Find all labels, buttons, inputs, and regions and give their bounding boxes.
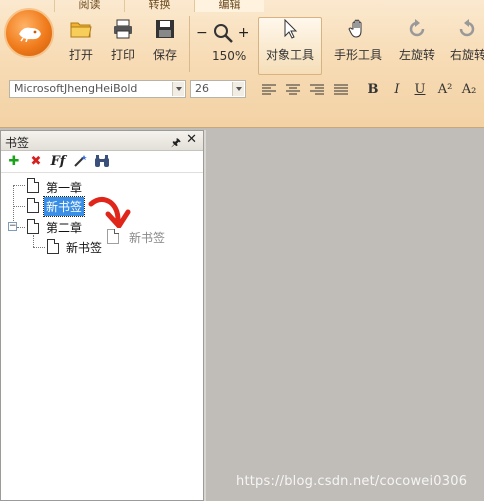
- printer-icon: [114, 19, 132, 39]
- rotate-right-label: 右旋转: [450, 48, 484, 62]
- page-icon: [47, 239, 59, 254]
- align-justify-icon[interactable]: [334, 84, 348, 96]
- tab-edit[interactable]: 编辑: [194, 0, 264, 12]
- tab-read[interactable]: 阅读: [54, 0, 124, 12]
- annotation-arrow-icon: [88, 196, 131, 228]
- drag-ghost-label: 新书签: [129, 231, 166, 245]
- tree-connector: [17, 227, 25, 228]
- object-tool-button[interactable]: 对象工具: [258, 17, 322, 75]
- bookmark-node[interactable]: 第一章: [44, 178, 84, 197]
- superscript-button[interactable]: A²: [436, 81, 454, 99]
- bookmark-panel: 书签 🖈 ✕ ✚ ✖ Ff 第一章 新书签 − 第二章 新书签 新书签: [0, 130, 204, 501]
- zoom-value[interactable]: 150%: [212, 49, 246, 63]
- font-name-select[interactable]: MicrosoftJhengHeiBold: [9, 80, 186, 98]
- magic-wand-icon[interactable]: [72, 154, 88, 170]
- close-icon[interactable]: ✕: [186, 132, 197, 147]
- bookmark-panel-header: 书签 🖈 ✕: [1, 131, 203, 151]
- italic-button[interactable]: I: [388, 81, 406, 99]
- magnifier-icon[interactable]: [212, 22, 234, 44]
- subscript-button[interactable]: A₂: [460, 81, 478, 99]
- font-size-select[interactable]: 26: [190, 80, 246, 98]
- rotate-right-icon: [459, 19, 475, 37]
- print-label: 打印: [110, 48, 135, 62]
- bookmark-panel-title: 书签: [5, 136, 30, 150]
- ribbon-separator: [189, 16, 190, 72]
- page-icon: [107, 229, 119, 244]
- align-right-icon[interactable]: [310, 84, 324, 96]
- object-tool-label: 对象工具: [265, 48, 314, 62]
- tree-connector: [33, 235, 34, 247]
- open-label: 打开: [68, 48, 93, 62]
- print-button[interactable]: 打印: [106, 18, 140, 76]
- app-menu-button[interactable]: [4, 8, 54, 58]
- hand-tool-button[interactable]: 手形工具: [330, 18, 386, 76]
- bookmark-node-selected[interactable]: 新书签: [42, 196, 86, 217]
- font-name-value: MicrosoftJhengHeiBold: [14, 82, 138, 95]
- zoom-out-icon[interactable]: −: [196, 25, 208, 41]
- underline-button[interactable]: U: [411, 81, 429, 99]
- zoom-in-icon[interactable]: +: [238, 25, 250, 41]
- add-bookmark-icon[interactable]: ✚: [6, 154, 22, 170]
- tab-convert[interactable]: 转换: [124, 0, 194, 12]
- align-left-icon[interactable]: [262, 84, 276, 96]
- align-center-icon[interactable]: [286, 84, 300, 96]
- open-button[interactable]: 打开: [64, 18, 98, 76]
- delete-bookmark-icon[interactable]: ✖: [28, 154, 44, 170]
- bold-button[interactable]: B: [364, 81, 382, 99]
- save-disk-icon: [156, 20, 174, 38]
- page-icon: [27, 198, 39, 213]
- bookmark-node[interactable]: 第二章: [44, 218, 84, 237]
- document-view[interactable]: [206, 130, 484, 501]
- font-size-value: 26: [195, 82, 209, 95]
- bookmark-toolbar: ✚ ✖ Ff: [1, 151, 203, 173]
- folder-icon: [70, 22, 92, 38]
- hand-tool-label: 手形工具: [333, 48, 382, 62]
- rotate-left-button[interactable]: 左旋转: [396, 18, 438, 76]
- bookmark-child-node[interactable]: 新书签: [64, 238, 104, 257]
- rotate-left-icon: [409, 19, 425, 37]
- chevron-down-icon[interactable]: [232, 82, 244, 96]
- rotate-right-button[interactable]: 右旋转: [450, 18, 484, 76]
- hand-icon: [348, 19, 362, 38]
- watermark: https://blog.csdn.net/cocowei0306: [236, 474, 468, 489]
- font-style-icon[interactable]: Ff: [50, 154, 66, 170]
- save-label: 保存: [152, 48, 177, 62]
- save-button[interactable]: 保存: [148, 18, 182, 76]
- zoom-controls: − +: [196, 22, 249, 44]
- tree-connector: [13, 185, 25, 186]
- tree-connector: [13, 206, 25, 207]
- rotate-left-label: 左旋转: [398, 48, 435, 62]
- collapse-toggle-icon[interactable]: −: [8, 222, 17, 231]
- format-toolbar: MicrosoftJhengHeiBold 26 B I U A² A₂: [0, 78, 484, 100]
- binoculars-icon[interactable]: [94, 154, 110, 170]
- ribbon-tabs: 阅读 转换 编辑: [54, 0, 264, 12]
- chevron-down-icon[interactable]: [172, 82, 184, 96]
- page-icon: [27, 219, 39, 234]
- pointer-arrow-icon: [284, 18, 298, 39]
- app-logo-icon: [19, 27, 41, 42]
- page-icon: [27, 178, 39, 193]
- tree-connector: [33, 247, 45, 248]
- ribbon: 阅读 转换 编辑 打开 打印 保存 − + 150% 对象工具 手形工具 左旋转…: [0, 0, 484, 128]
